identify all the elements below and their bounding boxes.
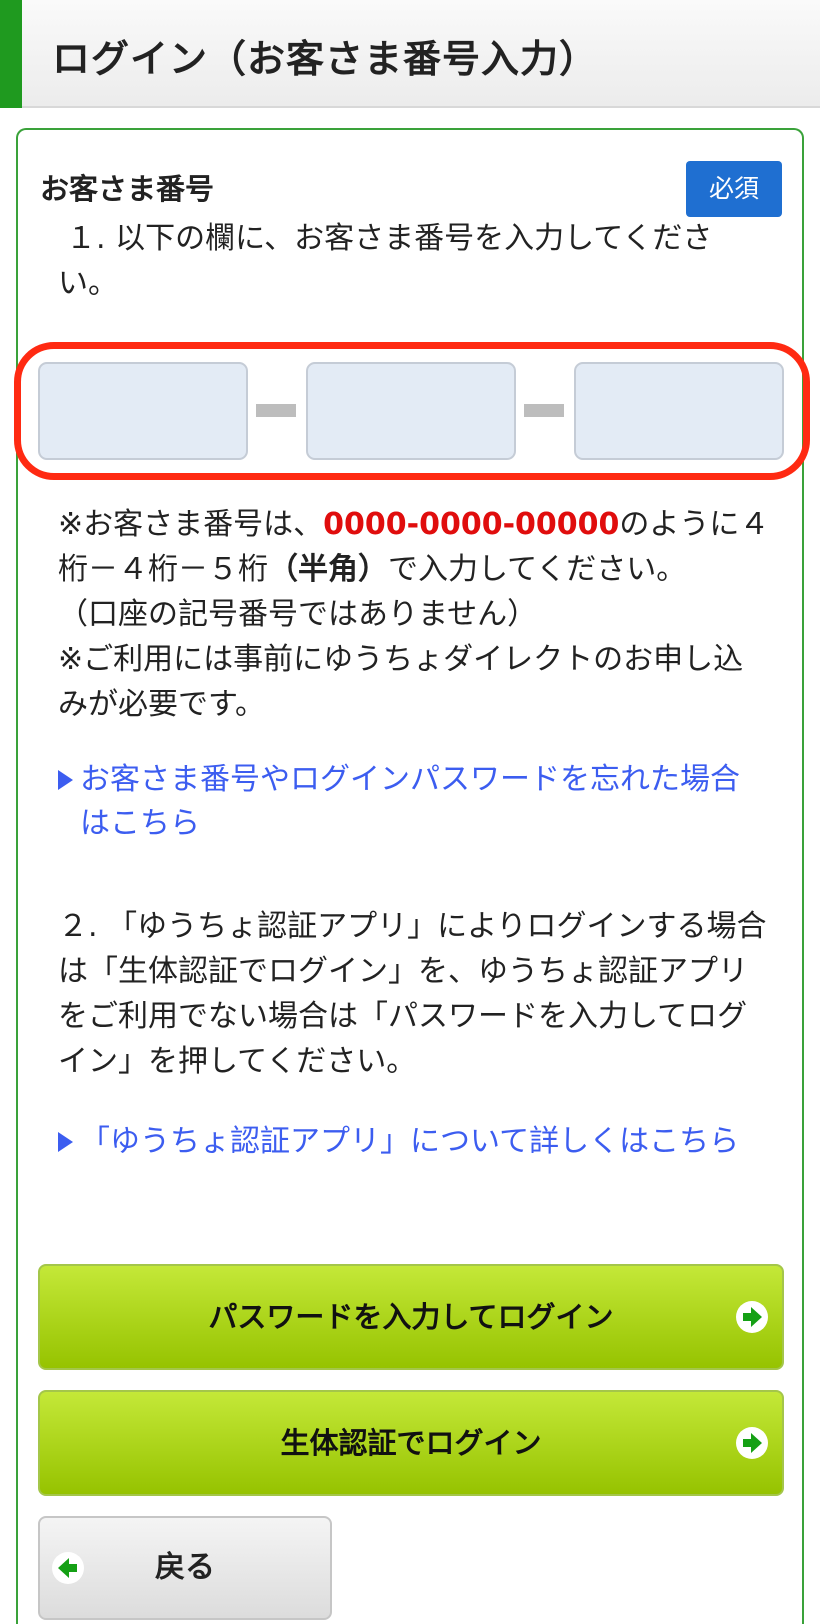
note-prefix: ※お客さま番号は、: [58, 507, 324, 542]
customer-number-input-2[interactable]: [306, 362, 516, 460]
page-title: ログイン（お客さま番号入力）: [52, 37, 599, 81]
password-login-label: パスワードを入力してログイン: [208, 1300, 614, 1334]
biometric-login-label: 生体認証でログイン: [280, 1426, 542, 1460]
format-notes: ※お客さま番号は、0000-0000-00000のように４桁－４桁－５桁（半角）…: [58, 502, 770, 727]
app-link-label: 「ゆうちょ認証アプリ」について詳しくはこちら: [80, 1124, 740, 1159]
biometric-login-button[interactable]: 生体認証でログイン: [38, 1390, 784, 1496]
note-2: ※ご利用には事前にゆうちょダイレクトのお申し込みが必要です。: [58, 642, 744, 722]
note-paren: （口座の記号番号ではありません）: [58, 597, 538, 632]
forgot-credentials-link[interactable]: お客さま番号やログインパスワードを忘れた場合はこちら: [56, 758, 756, 846]
forgot-link-label: お客さま番号やログインパスワードを忘れた場合はこちら: [80, 762, 740, 841]
arrow-right-icon: [736, 1427, 768, 1459]
triangle-right-icon: [58, 770, 73, 790]
customer-number-input-3[interactable]: [574, 362, 784, 460]
instruction-2: ２. 「ゆうちょ認証アプリ」によりログインする場合は「生体認証でログイン」を、ゆ…: [58, 909, 767, 1079]
page-header: ログイン（お客さま番号入力）: [0, 0, 820, 108]
instruction-1: １. 以下の欄に、お客さま番号を入力してください。: [58, 221, 713, 301]
triangle-right-icon: [58, 1132, 73, 1152]
note-example: 0000-0000-00000: [323, 507, 620, 542]
separator-dash: [256, 404, 296, 417]
note-bold: （半角）: [268, 552, 388, 587]
required-badge: 必須: [686, 161, 782, 217]
arrow-left-icon: [52, 1552, 84, 1584]
auth-app-info-link[interactable]: 「ゆうちょ認証アプリ」について詳しくはこちら: [56, 1120, 756, 1164]
header-accent-bar: [0, 0, 22, 108]
arrow-right-icon: [736, 1301, 768, 1333]
customer-number-input-1[interactable]: [38, 362, 248, 460]
back-label: 戻る: [155, 1550, 215, 1585]
note-suffix: で入力してください。: [388, 552, 687, 587]
back-button[interactable]: 戻る: [38, 1516, 332, 1620]
password-login-button[interactable]: パスワードを入力してログイン: [38, 1264, 784, 1370]
separator-dash: [524, 404, 564, 417]
section-label: お客さま番号: [40, 172, 215, 206]
